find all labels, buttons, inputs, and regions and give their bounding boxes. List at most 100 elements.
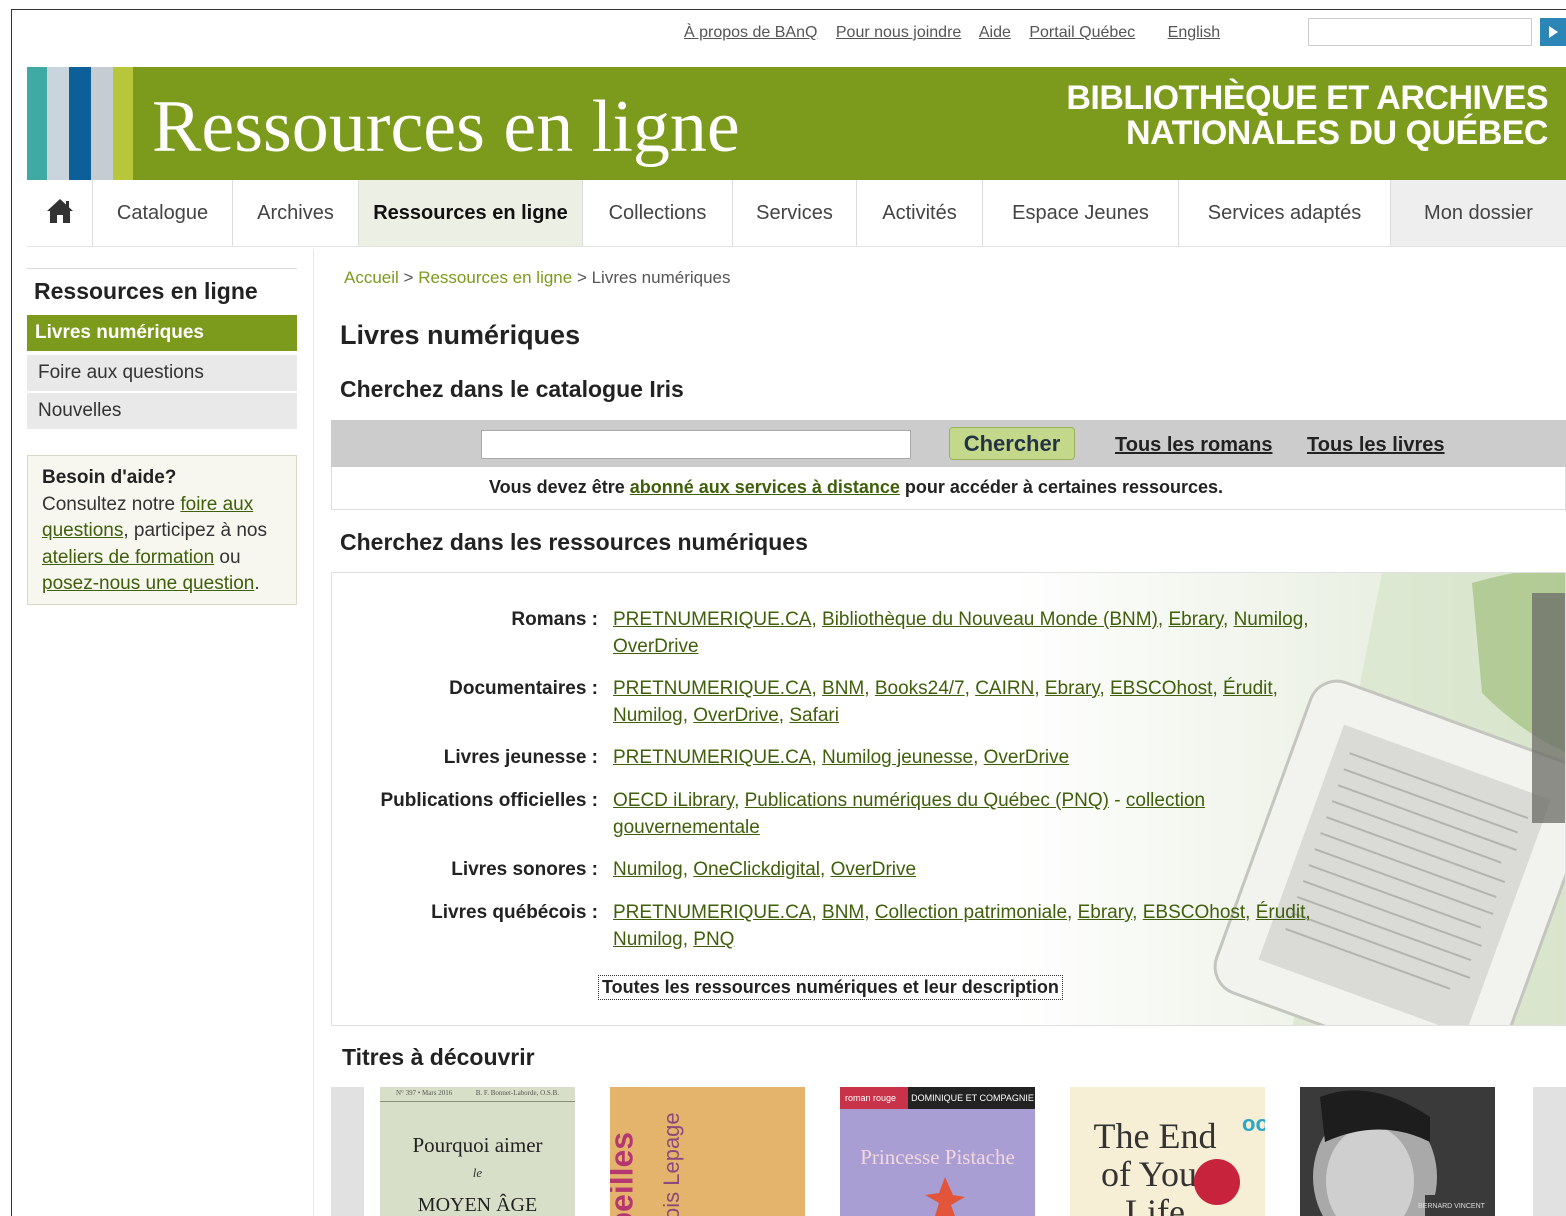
- resource-link[interactable]: OverDrive: [613, 636, 699, 657]
- resource-links: PRETNUMERIQUE.CA, BNM, Collection patrim…: [613, 902, 1311, 950]
- nav-ressources-en-ligne[interactable]: Ressources en ligne: [359, 180, 583, 246]
- help-link-faq[interactable]: foire aux: [180, 494, 253, 515]
- resource-link[interactable]: BNM: [822, 678, 864, 699]
- help-text: ou: [214, 546, 241, 568]
- resource-link[interactable]: Numilog: [613, 859, 683, 880]
- utility-links: À propos de BAnQ Pour nous joindre Aide …: [684, 24, 1234, 42]
- banner-stripe: [27, 67, 47, 180]
- nav-collections[interactable]: Collections: [583, 180, 733, 246]
- book-cover[interactable]: The End of Your Life oo: [1070, 1087, 1265, 1216]
- resource-link[interactable]: EBSCOhost: [1110, 678, 1212, 699]
- resource-link[interactable]: OECD iLibrary: [613, 790, 734, 811]
- resource-link[interactable]: OverDrive: [831, 859, 917, 880]
- resource-link[interactable]: CAIRN: [975, 678, 1034, 699]
- search-button[interactable]: Chercher: [949, 427, 1075, 460]
- site-banner: Ressources en ligne BIBLIOTHÈQUE ET ARCH…: [27, 67, 1566, 180]
- banner-title: Ressources en ligne: [152, 86, 740, 168]
- org-name-line1: BIBLIOTHÈQUE ET ARCHIVES: [1066, 79, 1548, 117]
- link-abonne-services[interactable]: abonné aux services à distance: [630, 477, 900, 497]
- resource-link[interactable]: Ebrary: [1078, 902, 1133, 923]
- resource-link[interactable]: BNM: [822, 902, 864, 923]
- digital-resources-panel: Romans : PRETNUMERIQUE.CA, Bibliothèque …: [331, 572, 1566, 1026]
- home-icon: [47, 199, 73, 223]
- breadcrumb-parent[interactable]: Ressources en ligne: [418, 268, 572, 287]
- banqn-logo-text[interactable]: BIBLIOTHÈQUE ET ARCHIVES NATIONALES DU Q…: [1066, 81, 1548, 151]
- resource-link[interactable]: Safari: [789, 705, 839, 726]
- help-text: .: [254, 573, 260, 594]
- help-link-ask-question[interactable]: posez-nous une question: [42, 573, 254, 594]
- book-cover[interactable]: roman rouge DOMINIQUE ET COMPAGNIE Princ…: [840, 1087, 1035, 1216]
- window-border-left: [11, 9, 12, 1216]
- catalog-search-input[interactable]: [481, 430, 911, 459]
- resource-label: Livres québécois :: [431, 902, 598, 923]
- resource-link[interactable]: PNQ: [693, 929, 734, 950]
- resource-label: Romans :: [511, 609, 598, 630]
- resource-link[interactable]: PRETNUMERIQUE.CA: [613, 902, 811, 923]
- nav-catalogue[interactable]: Catalogue: [93, 180, 233, 246]
- util-link-about[interactable]: À propos de BAnQ: [684, 24, 817, 41]
- site-search-submit-button[interactable]: [1540, 18, 1566, 46]
- nav-espace-jeunes[interactable]: Espace Jeunes: [983, 180, 1179, 246]
- nav-activites[interactable]: Activités: [857, 180, 983, 246]
- help-link-ateliers[interactable]: ateliers de formation: [42, 547, 214, 568]
- resource-links: PRETNUMERIQUE.CA, Bibliothèque du Nouvea…: [613, 609, 1309, 657]
- sidebar-item-faq[interactable]: Foire aux questions: [27, 355, 297, 391]
- cover-author: BERNARD VINCENT: [1418, 1203, 1485, 1210]
- book-cover[interactable]: N° 397 • Mars 2016 B. F. Bonnet-Laborde,…: [380, 1087, 575, 1216]
- cover-title: le: [472, 1165, 483, 1180]
- resource-link[interactable]: Bibliothèque du Nouveau Monde (BNM): [822, 609, 1158, 630]
- notice-text: pour accéder à certaines ressources.: [899, 477, 1224, 497]
- all-resources-link[interactable]: Toutes les ressources numériques et leur…: [598, 975, 1063, 1000]
- resource-link[interactable]: Ebrary: [1045, 678, 1100, 699]
- resource-link[interactable]: OverDrive: [693, 705, 779, 726]
- util-link-portail[interactable]: Portail Québec: [1029, 24, 1135, 41]
- resource-link[interactable]: PRETNUMERIQUE.CA: [613, 678, 811, 699]
- nav-mon-dossier[interactable]: Mon dossier: [1391, 180, 1566, 246]
- resource-link[interactable]: Numilog: [1234, 609, 1304, 630]
- resource-link[interactable]: collection: [1126, 790, 1205, 811]
- subscription-notice: Vous devez être abonné aux services à di…: [331, 467, 1566, 510]
- resource-link[interactable]: PRETNUMERIQUE.CA: [613, 609, 811, 630]
- carousel-next-button[interactable]: [1533, 1087, 1566, 1216]
- nav-services[interactable]: Services: [733, 180, 857, 246]
- language-link-english[interactable]: English: [1168, 24, 1220, 41]
- resource-link[interactable]: gouvernementale: [613, 817, 760, 838]
- cover-issue: N° 397 • Mars 2016: [396, 1089, 453, 1097]
- resource-link[interactable]: Publications numériques du Québec (PNQ): [745, 790, 1109, 811]
- sidebar-item-nouvelles[interactable]: Nouvelles: [27, 393, 297, 429]
- link-tous-les-livres[interactable]: Tous les livres: [1307, 434, 1444, 457]
- resource-link[interactable]: OverDrive: [984, 747, 1070, 768]
- nav-services-adaptes[interactable]: Services adaptés: [1179, 180, 1391, 246]
- book-cover[interactable]: BERNARD VINCENT: [1300, 1087, 1495, 1216]
- resource-links: PRETNUMERIQUE.CA, Numilog jeunesse, Over…: [613, 747, 1070, 768]
- util-link-contact[interactable]: Pour nous joindre: [836, 24, 961, 41]
- resource-link[interactable]: Numilog jeunesse: [822, 747, 973, 768]
- sidebar-item-livres-numeriques[interactable]: Livres numériques: [27, 315, 297, 351]
- link-tous-les-romans[interactable]: Tous les romans: [1115, 434, 1272, 457]
- help-link-faq-cont[interactable]: questions: [42, 520, 123, 541]
- nav-home[interactable]: [27, 180, 93, 246]
- carousel-prev-button[interactable]: [331, 1087, 364, 1216]
- resource-link[interactable]: Numilog: [613, 929, 683, 950]
- resource-link[interactable]: OneClickdigital: [693, 859, 820, 880]
- resource-link[interactable]: Books24/7: [875, 678, 965, 699]
- breadcrumb-home[interactable]: Accueil: [344, 268, 399, 287]
- main-navigation: Catalogue Archives Ressources en ligne C…: [27, 180, 1566, 247]
- util-link-help[interactable]: Aide: [979, 24, 1011, 41]
- resource-link[interactable]: Ebrary: [1168, 609, 1223, 630]
- nav-archives[interactable]: Archives: [233, 180, 359, 246]
- sidebar-divider: [27, 268, 297, 269]
- resource-link[interactable]: PRETNUMERIQUE.CA: [613, 747, 811, 768]
- cover-title: Pourquoi aimer: [412, 1133, 543, 1157]
- resource-link[interactable]: EBSCOhost: [1143, 902, 1245, 923]
- resource-link[interactable]: Collection patrimoniale: [875, 902, 1067, 923]
- banner-stripe: [113, 67, 133, 180]
- resource-link[interactable]: Érudit: [1256, 902, 1306, 923]
- breadcrumb-separator: >: [572, 268, 592, 287]
- site-search-input[interactable]: [1308, 18, 1532, 46]
- resource-link[interactable]: Numilog: [613, 705, 683, 726]
- resource-links: PRETNUMERIQUE.CA, BNM, Books24/7, CAIRN,…: [613, 678, 1278, 726]
- book-cover[interactable]: beilles ois Lepage: [610, 1087, 805, 1216]
- resource-link[interactable]: Érudit: [1223, 678, 1273, 699]
- resource-label: Publications officielles :: [380, 790, 599, 811]
